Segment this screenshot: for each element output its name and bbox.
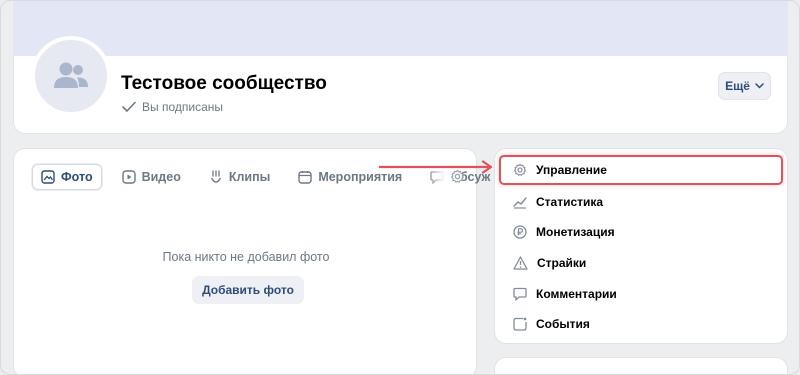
menu-item-label: Управление <box>536 163 607 177</box>
tab-clips[interactable]: Клипы <box>201 164 278 190</box>
admin-menu: Управление Статистика Монетизация Страйк… <box>494 148 788 344</box>
menu-item-management[interactable]: Управление <box>499 155 783 185</box>
more-button-label: Ещё <box>725 79 750 93</box>
more-button[interactable]: Ещё <box>718 72 771 100</box>
cover-image <box>13 1 788 57</box>
empty-state-text: Пока никто не добавил фото <box>162 250 330 264</box>
menu-item-label: Монетизация <box>536 225 615 239</box>
video-icon <box>121 170 136 184</box>
page-frame: Тестовое сообщество Вы подписаны Ещё Фот… <box>0 0 800 375</box>
image-icon <box>41 170 55 184</box>
menu-item-label: Комментарии <box>536 287 617 301</box>
check-icon <box>122 101 136 113</box>
menu-item-label: Страйки <box>537 256 587 270</box>
users-icon <box>52 61 90 91</box>
menu-item-monetization[interactable]: Монетизация <box>505 217 781 247</box>
chart-icon <box>513 195 527 209</box>
tab-video[interactable]: Видео <box>114 164 189 190</box>
community-header <box>13 56 788 134</box>
menu-item-strikes[interactable]: Страйки <box>505 248 781 278</box>
menu-item-events[interactable]: События <box>505 309 781 339</box>
subscription-status[interactable]: Вы подписаны <box>122 100 223 114</box>
chevron-down-icon <box>755 83 764 89</box>
community-title: Тестовое сообщество <box>121 73 327 94</box>
comment-icon <box>513 287 527 301</box>
events-icon <box>513 317 527 331</box>
warning-icon <box>513 256 528 270</box>
tab-label: Фото <box>61 170 93 184</box>
gear-icon <box>513 163 527 177</box>
menu-item-label: События <box>536 317 590 331</box>
clips-icon <box>209 169 223 185</box>
calendar-icon <box>298 170 313 184</box>
menu-item-comments[interactable]: Комментарии <box>505 279 781 309</box>
annotation-arrow <box>379 160 493 174</box>
tab-label: Видео <box>141 170 181 184</box>
menu-item-label: Статистика <box>536 195 604 209</box>
menu-item-statistics[interactable]: Статистика <box>505 187 781 217</box>
tab-label: Клипы <box>228 170 271 184</box>
community-avatar[interactable] <box>31 36 111 116</box>
tab-photo[interactable]: Фото <box>32 164 102 190</box>
media-card: Фото Видео Клипы Мероприятия Обсуж Пока … <box>13 148 490 374</box>
ruble-icon <box>513 225 527 239</box>
add-photo-button[interactable]: Добавить фото <box>192 276 304 304</box>
next-card <box>494 357 788 374</box>
subscribed-label: Вы подписаны <box>142 100 223 114</box>
